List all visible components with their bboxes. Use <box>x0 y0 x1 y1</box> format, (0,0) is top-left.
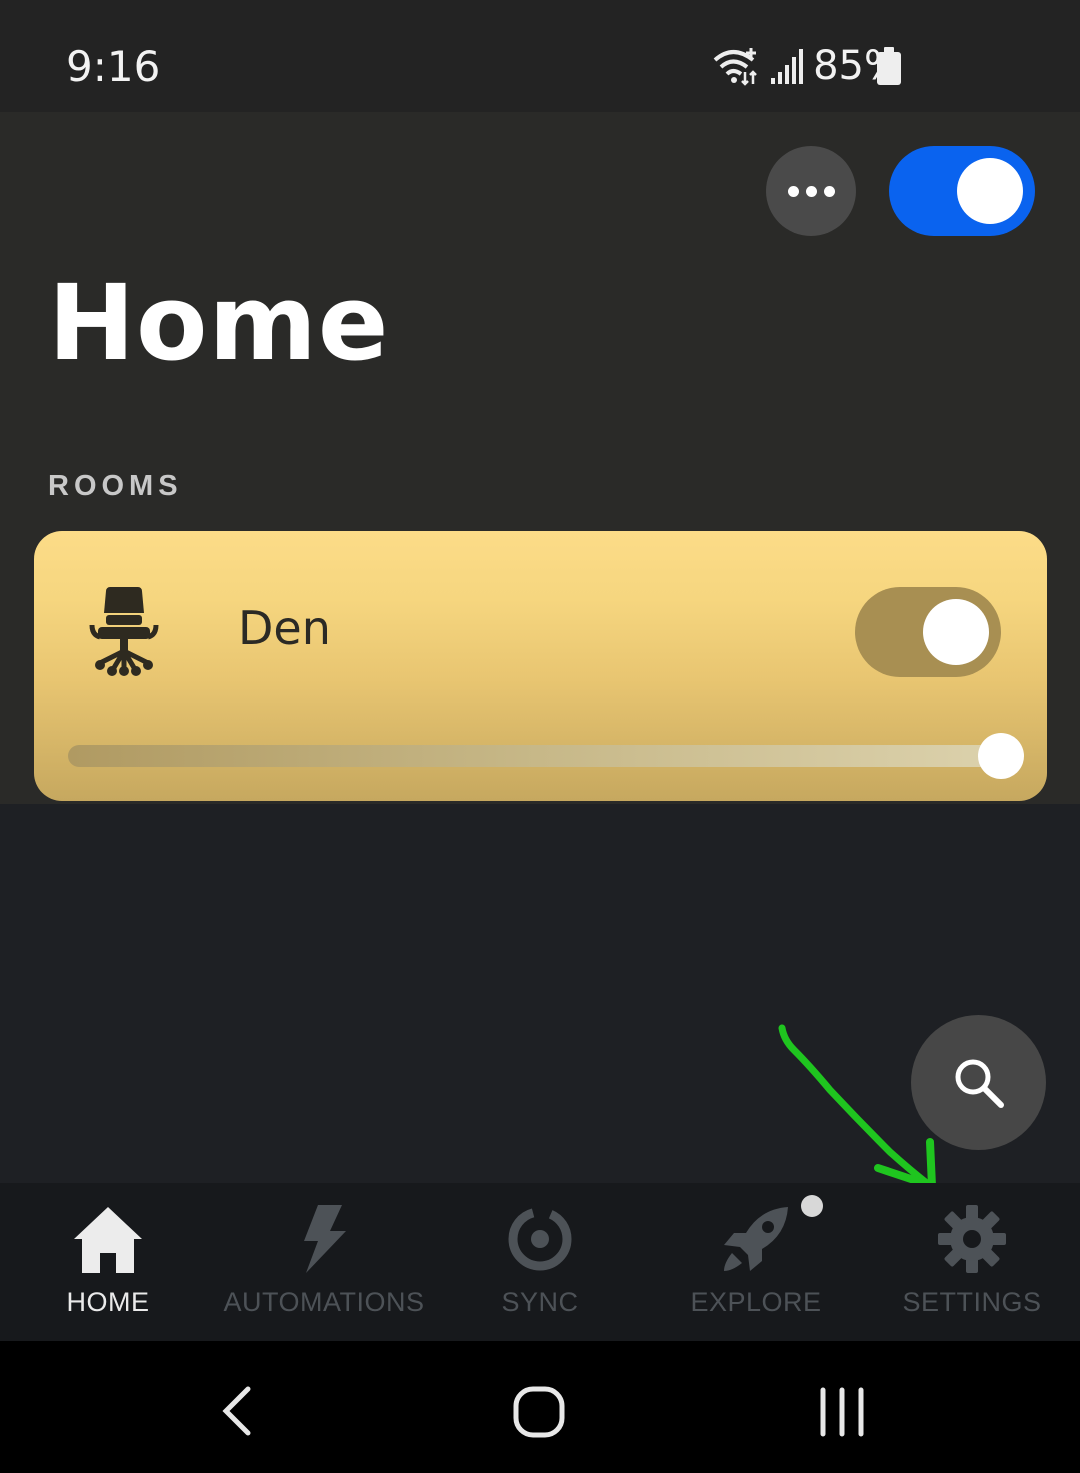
search-icon <box>955 1059 1004 1108</box>
nav-label-home: HOME <box>66 1287 150 1317</box>
nav-item-automations[interactable]: AUTOMATIONS <box>216 1183 432 1341</box>
office-chair-icon <box>89 587 159 676</box>
nav-label-sync: SYNC <box>501 1287 579 1317</box>
rooms-section-label: ROOMS <box>48 470 183 502</box>
nav-label-automations: AUTOMATIONS <box>223 1287 425 1317</box>
page-title: Home <box>48 262 390 384</box>
brightness-slider-track[interactable] <box>68 745 1008 767</box>
nav-item-explore[interactable]: EXPLORE <box>648 1183 864 1341</box>
toggle-knob <box>923 599 989 665</box>
nav-item-settings[interactable]: SETTINGS <box>864 1183 1080 1341</box>
sync-icon <box>508 1207 572 1271</box>
room-name: Den <box>238 601 331 655</box>
brightness-slider-thumb[interactable] <box>978 733 1024 779</box>
rocket-icon <box>724 1207 788 1271</box>
explore-notification-badge <box>801 1195 823 1217</box>
master-light-toggle[interactable] <box>889 146 1035 236</box>
status-icons: 85% <box>711 43 902 89</box>
recents-icon[interactable] <box>818 1387 868 1437</box>
toggle-knob <box>957 158 1023 224</box>
back-icon[interactable] <box>218 1385 254 1437</box>
room-toggle[interactable] <box>855 587 1001 677</box>
gear-icon <box>938 1205 1006 1273</box>
lightning-icon <box>304 1205 346 1273</box>
more-horizontal-icon <box>787 185 799 197</box>
status-bar: 9:16 85% <box>0 0 1080 112</box>
bottom-navigation: HOME AUTOMATIONS SYNC EXPLORE SETTINGS <box>0 1183 1080 1341</box>
wifi-icon <box>713 48 757 86</box>
nav-item-sync[interactable]: SYNC <box>432 1183 648 1341</box>
battery-icon <box>877 47 901 85</box>
nav-item-home[interactable]: HOME <box>0 1183 216 1341</box>
home-icon <box>74 1207 142 1273</box>
home-circle-icon[interactable] <box>512 1385 566 1439</box>
nav-label-settings: SETTINGS <box>902 1287 1042 1317</box>
signal-icon <box>771 49 804 84</box>
more-options-button[interactable] <box>766 146 856 236</box>
nav-label-explore: EXPLORE <box>690 1287 822 1317</box>
system-navigation-bar <box>0 1341 1080 1473</box>
annotation-arrow-icon <box>778 1024 936 1190</box>
room-card-den[interactable]: Den <box>34 531 1047 801</box>
status-time: 9:16 <box>66 42 161 91</box>
